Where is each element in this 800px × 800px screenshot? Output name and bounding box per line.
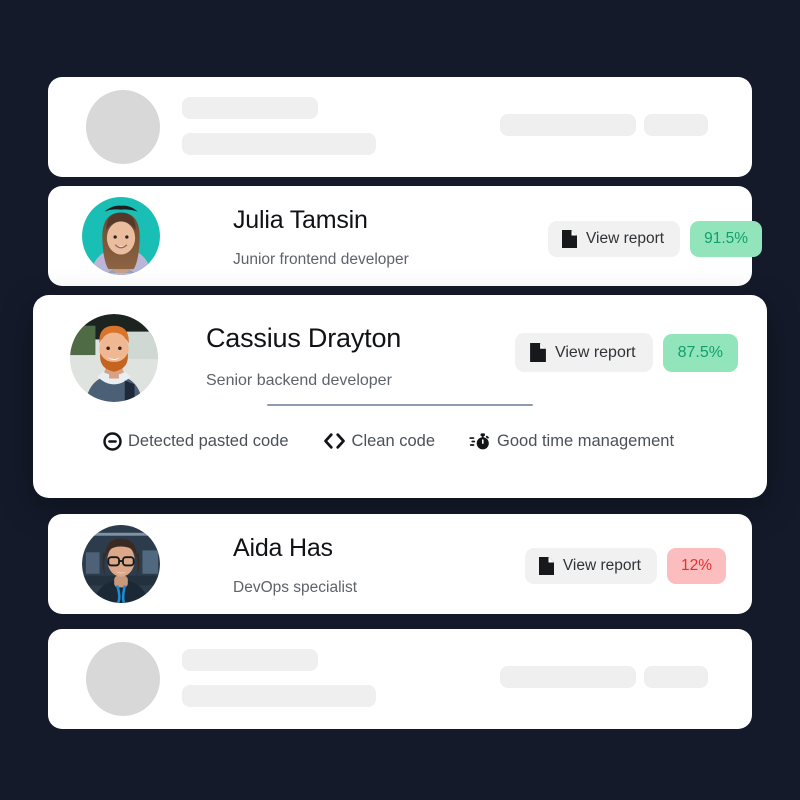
view-report-label: View report <box>586 230 665 247</box>
document-icon <box>530 343 546 362</box>
candidate-card-cassius-drayton[interactable]: Cassius Drayton Senior backend developer… <box>33 295 767 498</box>
insight-tag-label: Clean code <box>351 432 436 450</box>
avatar <box>82 525 160 603</box>
view-report-button[interactable]: View report <box>514 333 653 372</box>
minus-circle-icon <box>103 431 122 451</box>
candidate-role: Senior backend developer <box>206 372 392 389</box>
score-badge: 12% <box>666 548 726 584</box>
insight-tag-label: Detected pasted code <box>128 432 289 450</box>
candidate-identity: Aida Has DevOps specialist <box>233 533 357 598</box>
loading-placeholder-card-bottom <box>48 629 752 729</box>
skeleton-score-placeholder <box>644 666 708 688</box>
skeleton-button-placeholder <box>500 114 636 136</box>
candidate-card-julia-tamsin[interactable]: Julia Tamsin Junior frontend developer V… <box>48 186 763 286</box>
skeleton-role-line <box>182 685 376 707</box>
insight-tag-clean-code: Clean code <box>323 431 435 451</box>
code-brackets-icon <box>323 433 345 449</box>
skeleton-score-placeholder <box>644 114 708 136</box>
candidate-identity: Julia Tamsin Junior frontend developer <box>233 205 409 270</box>
view-report-button[interactable]: View report <box>524 548 657 584</box>
document-icon <box>562 230 577 248</box>
view-report-button[interactable]: View report <box>548 221 681 257</box>
avatar <box>70 314 158 402</box>
candidate-actions: View report 12% <box>524 548 726 584</box>
skeleton-role-line <box>182 133 376 155</box>
insight-tag-good-time-management: Good time management <box>469 431 674 451</box>
candidate-name: Julia Tamsin <box>233 206 368 234</box>
skeleton-name-line <box>182 97 318 119</box>
section-divider <box>267 404 533 406</box>
candidate-role: DevOps specialist <box>233 579 358 596</box>
insight-tag-detected-pasted-code: Detected pasted code <box>103 431 289 451</box>
candidate-card-aida-has[interactable]: Aida Has DevOps specialist View report 1… <box>48 514 752 614</box>
candidate-name: Aida Has <box>233 534 333 562</box>
view-report-label: View report <box>562 557 641 574</box>
candidate-actions: View report 91.5% <box>548 221 763 257</box>
candidate-role: Junior frontend developer <box>233 251 409 268</box>
candidate-actions: View report 87.5% <box>514 333 738 372</box>
document-icon <box>538 557 554 575</box>
insight-tag-list: Detected pasted code Clean code Good tim… <box>103 431 674 451</box>
loading-placeholder-card-top <box>48 77 752 177</box>
skeleton-avatar <box>86 642 160 716</box>
skeleton-avatar <box>86 90 160 164</box>
view-report-label: View report <box>554 343 636 361</box>
avatar <box>82 197 160 275</box>
skeleton-name-line <box>182 649 318 671</box>
stopwatch-icon <box>469 432 489 449</box>
score-badge: 87.5% <box>662 333 738 372</box>
candidate-identity: Cassius Drayton Senior backend developer <box>206 322 401 391</box>
insight-tag-label: Good time management <box>497 432 675 450</box>
candidate-list-screen: Julia Tamsin Junior frontend developer V… <box>0 0 800 800</box>
score-badge: 91.5% <box>690 221 763 257</box>
skeleton-button-placeholder <box>500 666 636 688</box>
candidate-name: Cassius Drayton <box>206 323 402 353</box>
